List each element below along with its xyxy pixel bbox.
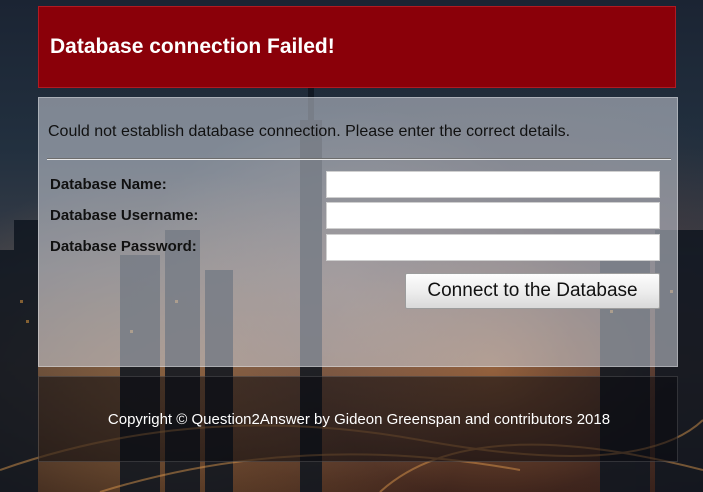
divider xyxy=(47,158,671,160)
database-name-label: Database Name: xyxy=(50,176,167,193)
database-username-field[interactable] xyxy=(326,202,660,229)
error-message: Could not establish database connection.… xyxy=(48,123,571,140)
footer: Copyright © Question2Answer by Gideon Gr… xyxy=(38,376,678,462)
page-title: Database connection Failed! xyxy=(50,35,335,58)
error-header: Database connection Failed! xyxy=(38,6,676,88)
database-password-label: Database Password: xyxy=(50,238,197,255)
connect-to-database-button[interactable]: Connect to the Database xyxy=(405,273,660,309)
database-username-label: Database Username: xyxy=(50,207,199,224)
database-name-field[interactable] xyxy=(326,171,660,198)
database-password-field[interactable] xyxy=(326,234,660,261)
connection-form: Could not establish database connection.… xyxy=(38,97,678,367)
copyright-text: Copyright © Question2Answer by Gideon Gr… xyxy=(107,411,611,428)
